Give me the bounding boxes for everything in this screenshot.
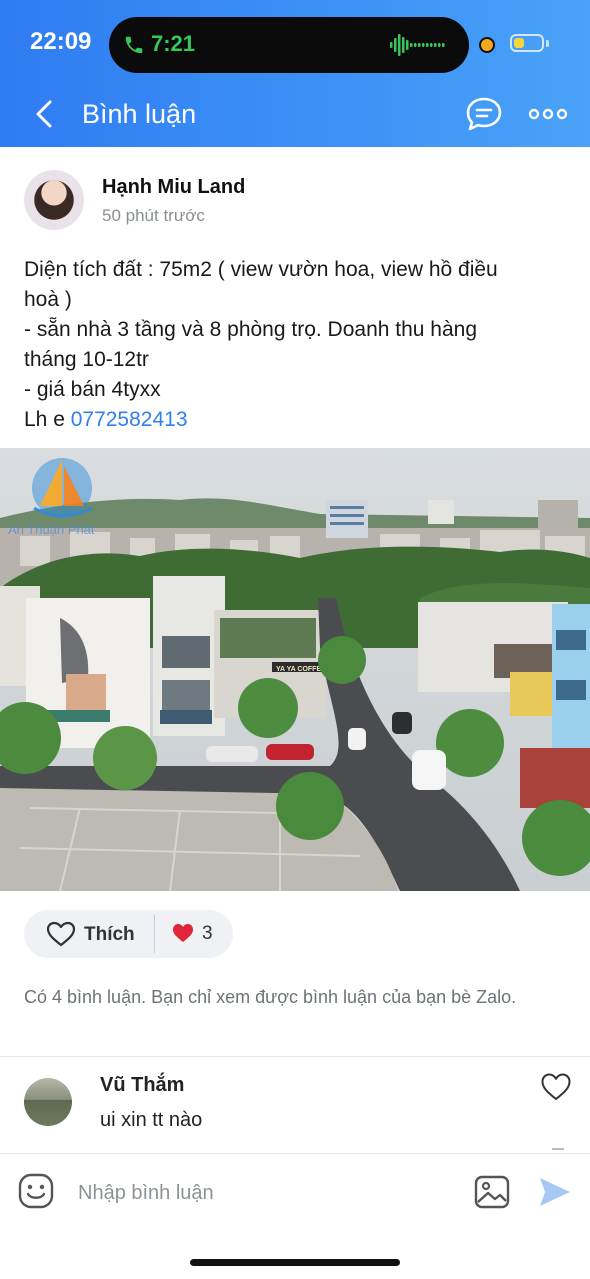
post-line: - sẵn nhà 3 tầng và 8 phòng trọ. Doanh t… bbox=[24, 318, 478, 341]
watermark-logo bbox=[32, 458, 93, 518]
watermark-text: An Thuận Phát bbox=[8, 522, 95, 537]
page-title: Bình luận bbox=[82, 99, 197, 129]
comment-notice: Có 4 bình luận. Bạn chỉ xem được bình lu… bbox=[24, 987, 517, 1007]
more-horizontal-icon[interactable] bbox=[526, 102, 570, 126]
heart-outline-icon bbox=[46, 921, 76, 947]
chat-bubble-icon[interactable] bbox=[464, 96, 504, 132]
battery-level bbox=[514, 38, 524, 48]
post-line: tháng 10-12tr bbox=[24, 348, 149, 371]
divider bbox=[0, 1056, 590, 1057]
call-duration: 7:21 bbox=[151, 31, 196, 56]
phone-icon bbox=[125, 36, 143, 54]
comment-input[interactable] bbox=[78, 1176, 438, 1210]
comment-composer bbox=[0, 1153, 590, 1279]
image-icon[interactable] bbox=[474, 1175, 510, 1209]
contact-prefix: Lh e bbox=[24, 408, 71, 431]
home-indicator bbox=[190, 1259, 400, 1266]
battery-cap bbox=[546, 40, 549, 47]
dynamic-island[interactable]: 7:21 bbox=[109, 17, 469, 73]
coffee-sign: YA YA COFFEE bbox=[276, 666, 326, 673]
app-header: 22:09 7:21 Bình luận bbox=[0, 0, 590, 147]
phone-link[interactable]: 0772582413 bbox=[71, 408, 188, 431]
emoji-icon[interactable] bbox=[18, 1173, 54, 1209]
post-line: Diện tích đất : 75m2 ( view vườn hoa, vi… bbox=[24, 258, 498, 281]
back-button[interactable] bbox=[30, 96, 60, 132]
send-icon[interactable] bbox=[538, 1176, 572, 1208]
contact-line: Lh e 0772582413 bbox=[24, 405, 564, 435]
comment-text: ui xin tt nào bbox=[100, 1109, 203, 1131]
red-heart-icon bbox=[173, 924, 193, 942]
status-time: 22:09 bbox=[30, 28, 92, 55]
post-body: Diện tích đất : 75m2 ( view vườn hoa, vi… bbox=[24, 255, 564, 435]
author-name[interactable]: Hạnh Miu Land bbox=[102, 176, 245, 199]
audio-waveform-icon bbox=[390, 34, 445, 56]
reaction-count[interactable]: 3 bbox=[202, 923, 213, 945]
post-line: hoà ) bbox=[24, 288, 72, 311]
commenter-name[interactable]: Vũ Thắm bbox=[100, 1074, 184, 1097]
heart-outline-icon[interactable] bbox=[540, 1072, 572, 1102]
post-time: 50 phút trước bbox=[102, 206, 205, 225]
post-line: - giá bán 4tyxx bbox=[24, 378, 161, 401]
author-avatar[interactable] bbox=[24, 170, 84, 230]
post-photo[interactable]: YA YA COFFEE An Thuận Phát bbox=[0, 448, 590, 891]
like-divider bbox=[154, 915, 155, 953]
battery-icon bbox=[510, 34, 544, 52]
like-button[interactable]: Thích 3 bbox=[24, 910, 233, 958]
like-label: Thích bbox=[84, 924, 135, 945]
commenter-avatar[interactable] bbox=[24, 1078, 72, 1126]
recording-dot bbox=[479, 37, 495, 53]
